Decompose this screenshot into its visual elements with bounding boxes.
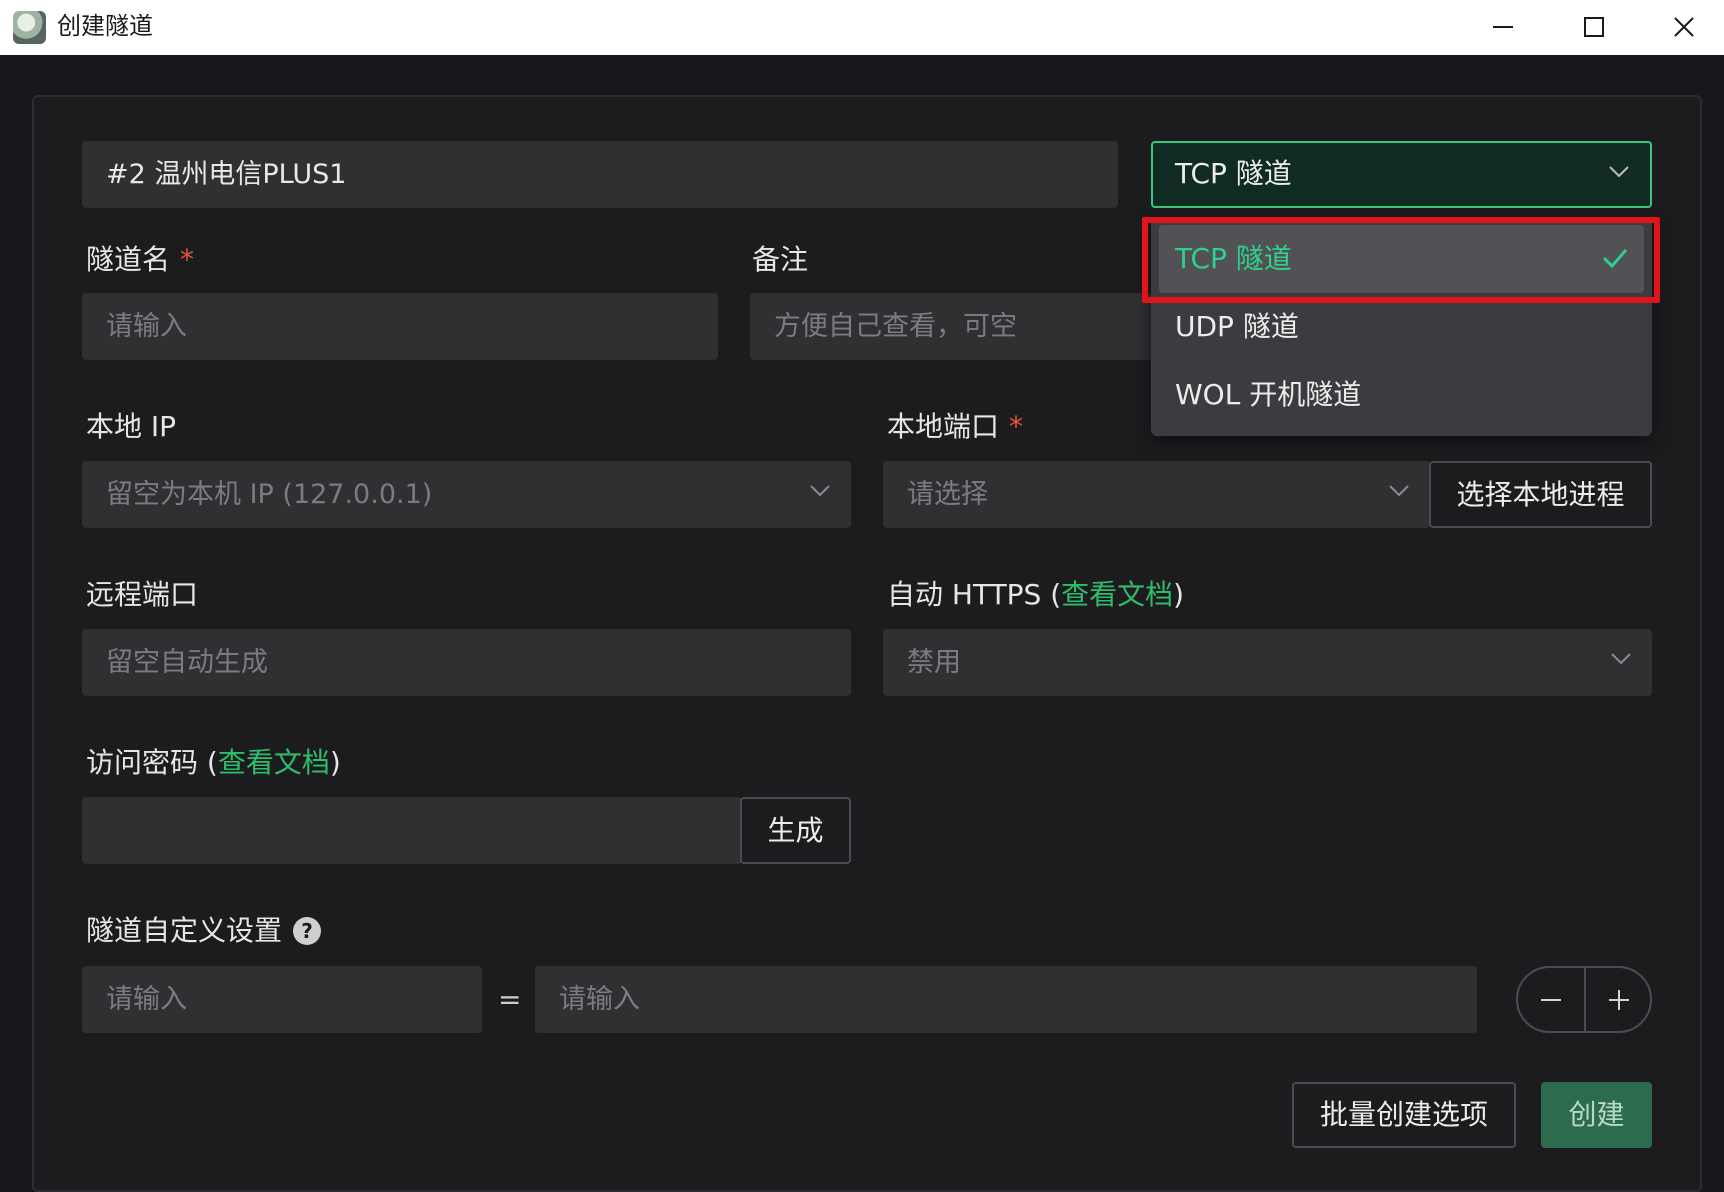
title-bar: 创建隧道 <box>0 0 1724 55</box>
remark-label: 备注 <box>752 243 809 276</box>
maximize-icon <box>1584 17 1604 37</box>
chevron-down-icon <box>1389 485 1409 497</box>
remove-row-button[interactable] <box>1518 968 1584 1031</box>
check-icon <box>1602 249 1628 269</box>
remote-port-input[interactable]: 留空自动生成 <box>82 629 851 696</box>
auto-https-select[interactable]: 禁用 <box>883 629 1652 696</box>
remote-port-label: 远程端口 <box>86 578 199 611</box>
tunnel-type-value: TCP 隧道 <box>1175 157 1292 190</box>
custom-key-input[interactable]: 请输入 <box>82 966 482 1033</box>
option-wol-tunnel[interactable]: WOL 开机隧道 <box>1159 361 1644 429</box>
option-tcp-tunnel[interactable]: TCP 隧道 <box>1159 225 1644 293</box>
access-password-label: 访问密码 (查看文档) <box>86 746 341 779</box>
local-ip-select[interactable]: 留空为本机 IP (127.0.0.1) <box>82 461 851 528</box>
add-row-button[interactable] <box>1586 968 1652 1031</box>
chevron-down-icon <box>1611 653 1631 665</box>
plus-icon <box>1609 990 1629 1010</box>
generate-button[interactable]: 生成 <box>740 797 851 864</box>
local-port-placeholder: 请选择 <box>907 479 988 510</box>
app-icon <box>13 11 46 44</box>
local-ip-label: 本地 IP <box>86 410 177 443</box>
tunnel-type-dropdown: TCP 隧道 UDP 隧道 WOL 开机隧道 <box>1151 217 1652 436</box>
close-button[interactable] <box>1639 0 1724 55</box>
chevron-up-icon <box>1609 166 1629 178</box>
option-udp-tunnel[interactable]: UDP 隧道 <box>1159 293 1644 361</box>
access-password-doc-link[interactable]: 查看文档 <box>218 746 330 779</box>
batch-create-options-button[interactable]: 批量创建选项 <box>1292 1082 1516 1148</box>
close-icon <box>1674 17 1694 37</box>
create-button[interactable]: 创建 <box>1541 1082 1652 1148</box>
custom-settings-label: 隧道自定义设置 <box>86 914 283 947</box>
minus-icon <box>1541 999 1561 1001</box>
minimize-icon <box>1493 26 1513 28</box>
window-title: 创建隧道 <box>57 12 153 40</box>
remark-input[interactable]: 方便自己查看，可空 <box>750 293 1160 360</box>
local-port-select[interactable]: 请选择 <box>883 461 1430 528</box>
chevron-down-icon <box>810 485 830 497</box>
node-field[interactable]: #2 温州电信PLUS1 <box>82 141 1118 208</box>
minimize-button[interactable] <box>1458 0 1548 55</box>
custom-value-input[interactable]: 请输入 <box>535 966 1477 1033</box>
row-stepper <box>1516 966 1652 1033</box>
maximize-button[interactable] <box>1549 0 1639 55</box>
select-local-process-button[interactable]: 选择本地进程 <box>1429 461 1652 528</box>
equals-sign: = <box>498 983 522 1016</box>
auto-https-label: 自动 HTTPS (查看文档) <box>887 578 1185 611</box>
access-password-input[interactable] <box>82 797 742 864</box>
tunnel-name-label: 隧道名 * <box>86 243 195 276</box>
local-port-label: 本地端口 * <box>887 410 1024 443</box>
auto-https-value: 禁用 <box>907 647 961 678</box>
tunnel-type-select[interactable]: TCP 隧道 <box>1151 141 1652 208</box>
help-icon[interactable]: ? <box>293 917 321 945</box>
local-ip-placeholder: 留空为本机 IP (127.0.0.1) <box>106 479 433 510</box>
auto-https-doc-link[interactable]: 查看文档 <box>1061 578 1173 611</box>
tunnel-name-input[interactable]: 请输入 <box>82 293 718 360</box>
